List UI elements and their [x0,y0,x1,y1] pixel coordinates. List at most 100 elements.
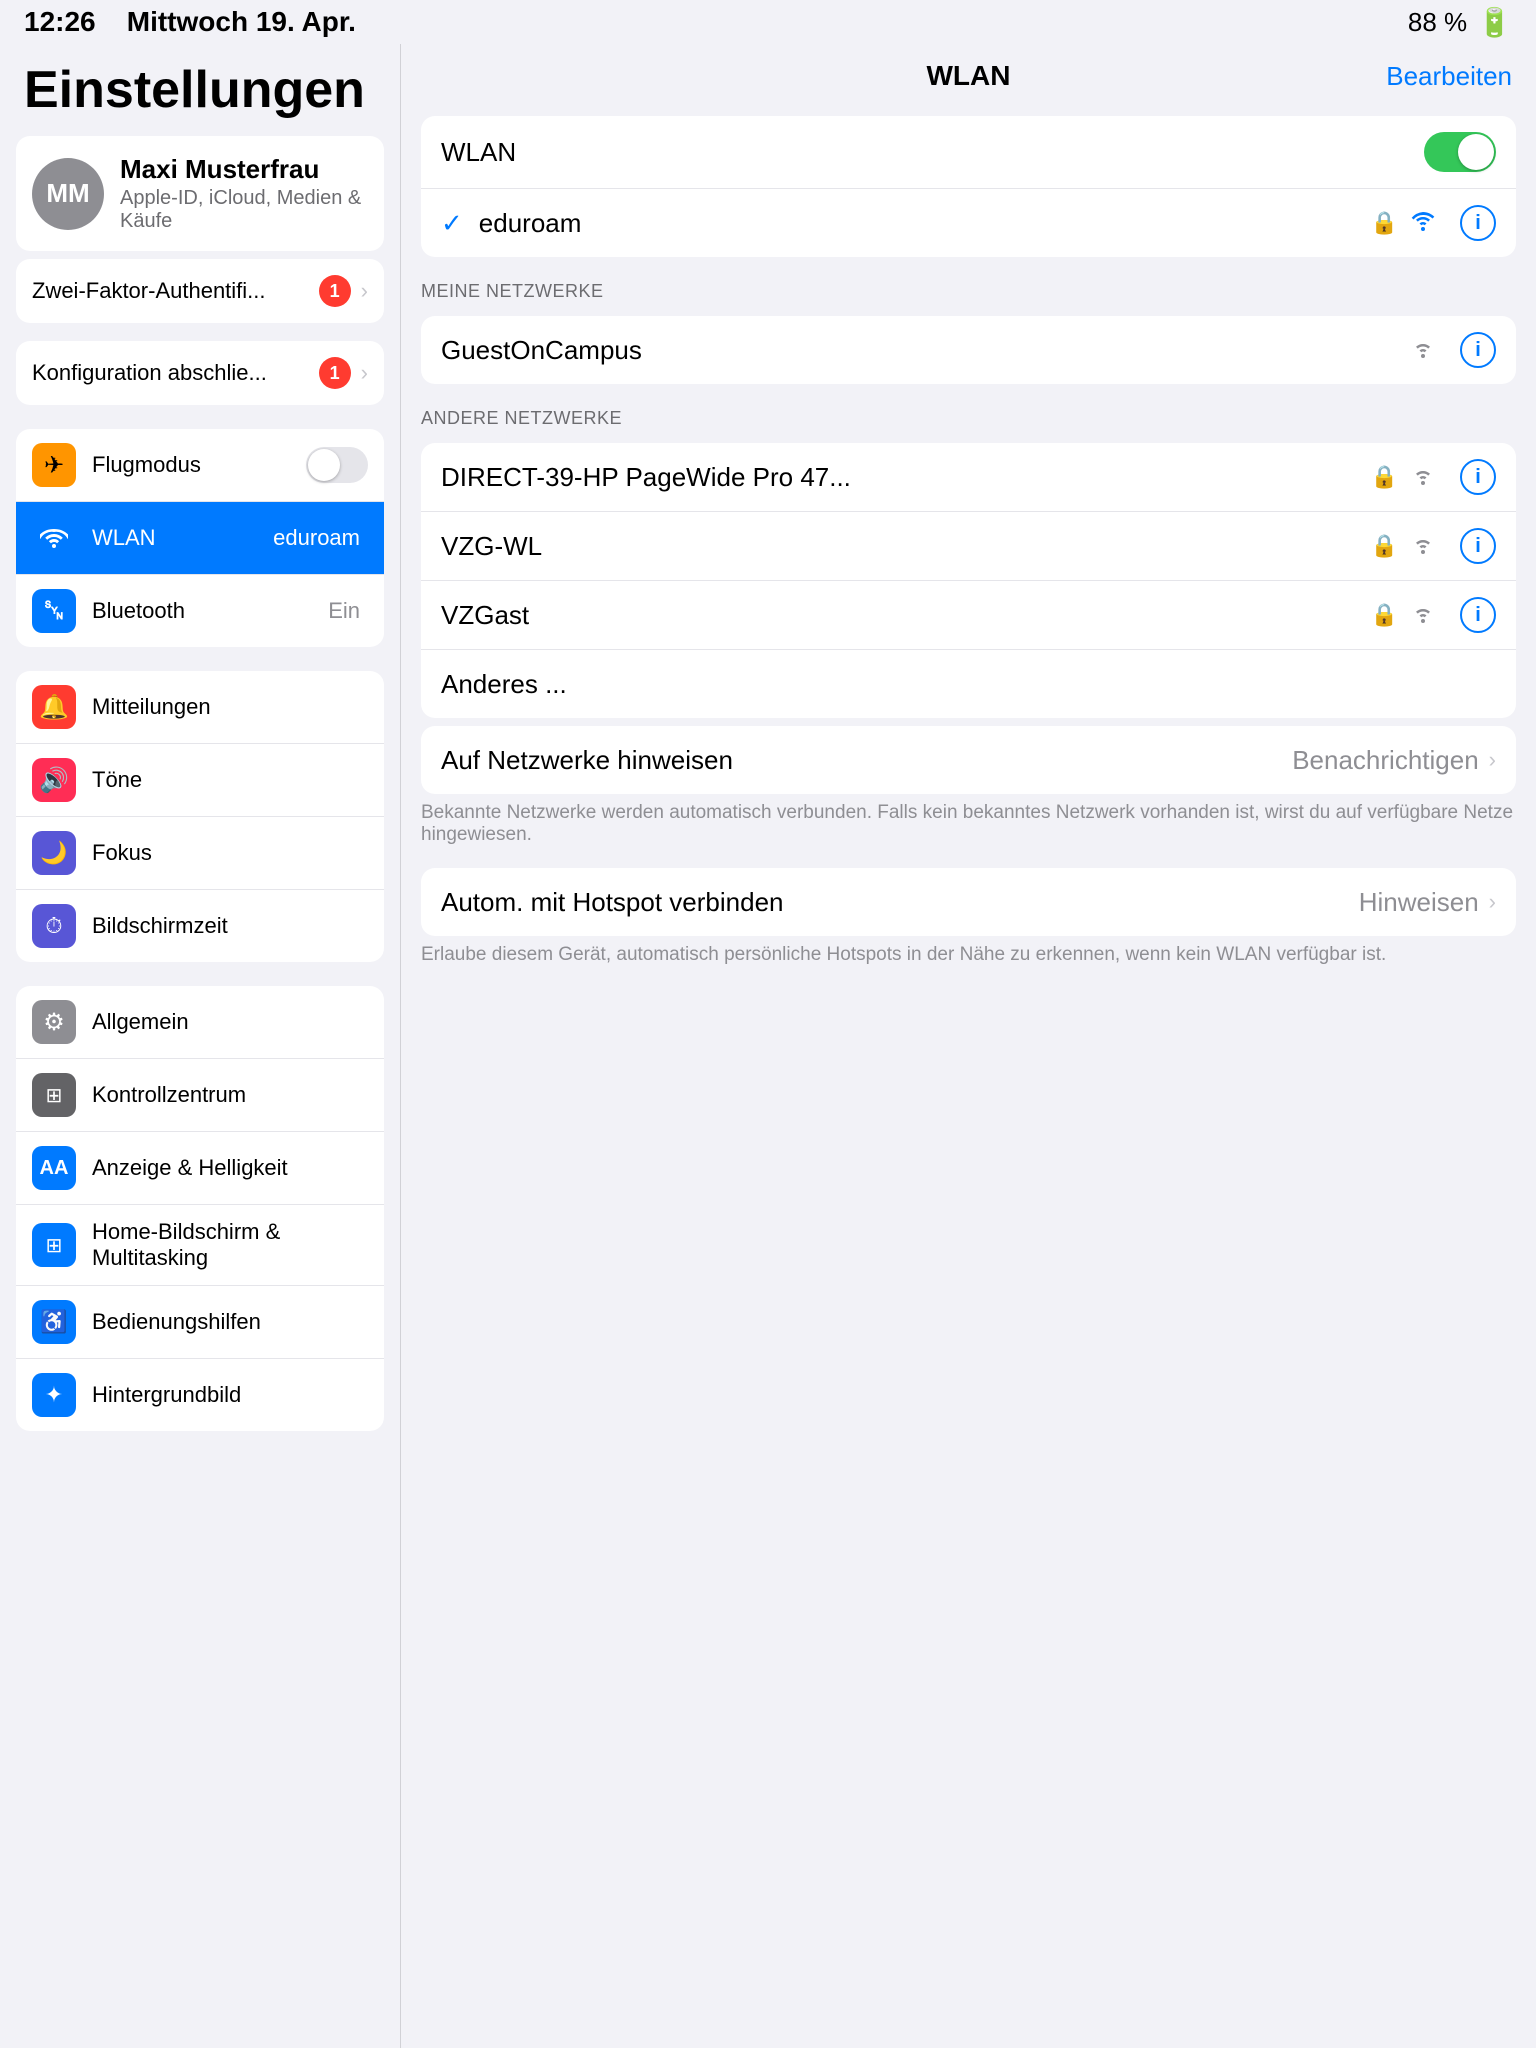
notify-section: Auf Netzwerke hinweisen Benachrichtigen … [421,726,1516,794]
my-network-row-0[interactable]: GuestOnCampus i [421,316,1516,384]
settings-group-system: ⚙ Allgemein ⊞ Kontrollzentrum AA Anzeige… [16,986,384,1431]
two-factor-badge: 1 [319,275,351,307]
chevron-right-icon: › [1489,747,1496,773]
wlan-icon [32,516,76,560]
other-network-row-2[interactable]: VZGast 🔒 i [421,581,1516,650]
wlan-main-toggle[interactable] [1424,132,1496,172]
edit-button[interactable]: Bearbeiten [1386,61,1512,92]
wifi-signal-icon [1408,531,1438,562]
two-factor-row[interactable]: Zwei-Faktor-Authentifi... 1 › [16,259,384,323]
flugmodus-toggle[interactable] [306,447,368,483]
mitteilungen-label: Mitteilungen [92,694,368,720]
hintergrundbild-label: Hintergrundbild [92,1382,368,1408]
other-network-name-0: DIRECT-39-HP PageWide Pro 47... [441,462,1371,493]
main-layout: Einstellungen MM Maxi Musterfrau Apple-I… [0,44,1536,2048]
account-inner: MM Maxi Musterfrau Apple-ID, iCloud, Med… [32,154,368,233]
other-network-row-1[interactable]: VZG-WL 🔒 i [421,512,1516,581]
wlan-label: WLAN [92,525,273,551]
allgemein-icon: ⚙ [32,1000,76,1044]
sidebar-item-toene[interactable]: 🔊 Töne [16,744,384,817]
my-network-icons-0: i [1408,332,1496,368]
chevron-right-icon: › [361,360,368,386]
two-factor-right: 1 › [319,275,368,307]
account-card[interactable]: MM Maxi Musterfrau Apple-ID, iCloud, Med… [16,136,384,251]
other-network-row-0[interactable]: DIRECT-39-HP PageWide Pro 47... 🔒 i [421,443,1516,512]
bedienungshilfen-label: Bedienungshilfen [92,1309,368,1335]
other-network-info-button-2[interactable]: i [1460,597,1496,633]
toene-label: Töne [92,767,368,793]
lock-icon: 🔒 [1371,533,1398,559]
lock-icon: 🔒 [1371,210,1398,236]
sidebar-item-kontrollzentrum[interactable]: ⊞ Kontrollzentrum [16,1059,384,1132]
sidebar-title: Einstellungen [0,44,400,136]
other-network-row-3[interactable]: Anderes ... [421,650,1516,718]
status-right: 88 % 🔋 [1408,6,1512,39]
other-networks-section: DIRECT-39-HP PageWide Pro 47... 🔒 i VZG-… [421,443,1516,718]
checkmark-icon: ✓ [441,208,463,239]
sidebar-item-flugmodus[interactable]: ✈ Flugmodus [16,429,384,502]
mitteilungen-icon: 🔔 [32,685,76,729]
panel-title: WLAN [927,60,1011,92]
connected-network-row[interactable]: ✓ eduroam 🔒 i [421,189,1516,257]
home-label: Home-Bildschirm & Multitasking [92,1219,368,1271]
bluetooth-icon: ␖ [32,589,76,633]
two-factor-label: Zwei-Faktor-Authentifi... [32,278,266,304]
bluetooth-value: Ein [328,598,360,624]
notify-description: Bekannte Netzwerke werden automatisch ve… [401,802,1536,860]
wlan-toggle-row[interactable]: WLAN [421,116,1516,189]
my-networks-header: MEINE NETZWERKE [401,265,1536,308]
config-badge: 1 [319,357,351,389]
home-icon: ⊞ [32,1223,76,1267]
sidebar-item-anzeige[interactable]: AA Anzeige & Helligkeit [16,1132,384,1205]
my-network-name-0: GuestOnCampus [441,335,1408,366]
sidebar-item-hintergrundbild[interactable]: ✦ Hintergrundbild [16,1359,384,1431]
toene-icon: 🔊 [32,758,76,802]
lock-icon: 🔒 [1371,464,1398,490]
other-network-name-2: VZGast [441,600,1371,631]
my-networks-section: GuestOnCampus i [421,316,1516,384]
wifi-signal-icon [1408,335,1438,366]
hotspot-description: Erlaube diesem Gerät, automatisch persön… [401,944,1536,980]
config-row[interactable]: Konfiguration abschlie... 1 › [16,341,384,405]
sidebar-item-home[interactable]: ⊞ Home-Bildschirm & Multitasking [16,1205,384,1286]
status-time: 12:26 [24,6,96,37]
wlan-value: eduroam [273,525,360,551]
wlan-toggle-section: WLAN ✓ eduroam 🔒 i [421,116,1516,257]
fokus-label: Fokus [92,840,368,866]
other-network-info-button-0[interactable]: i [1460,459,1496,495]
hotspot-row[interactable]: Autom. mit Hotspot verbinden Hinweisen › [421,868,1516,936]
connected-network-icons: 🔒 i [1371,205,1496,241]
anzeige-icon: AA [32,1146,76,1190]
network-info-button[interactable]: i [1460,205,1496,241]
status-time-date: 12:26 Mittwoch 19. Apr. [24,6,356,38]
my-network-info-button-0[interactable]: i [1460,332,1496,368]
bedienungshilfen-icon: ♿ [32,1300,76,1344]
toggle-knob [308,449,340,481]
sidebar-item-fokus[interactable]: 🌙 Fokus [16,817,384,890]
wlan-toggle-knob [1458,134,1494,170]
other-network-name-3: Anderes ... [441,669,1496,700]
sidebar-item-bildschirmzeit[interactable]: ⏱ Bildschirmzeit [16,890,384,962]
sidebar-item-mitteilungen[interactable]: 🔔 Mitteilungen [16,671,384,744]
hotspot-label: Autom. mit Hotspot verbinden [441,887,1359,918]
sidebar-item-bedienungshilfen[interactable]: ♿ Bedienungshilfen [16,1286,384,1359]
sidebar-item-bluetooth[interactable]: ␖ Bluetooth Ein [16,575,384,647]
notify-value: Benachrichtigen [1292,745,1478,776]
anzeige-label: Anzeige & Helligkeit [92,1155,368,1181]
other-network-name-1: VZG-WL [441,531,1371,562]
bluetooth-label: Bluetooth [92,598,328,624]
settings-group-notifications: 🔔 Mitteilungen 🔊 Töne 🌙 Fokus ⏱ Bildschi… [16,671,384,962]
other-networks-header: ANDERE NETZWERKE [401,392,1536,435]
bildschirmzeit-label: Bildschirmzeit [92,913,368,939]
chevron-right-icon: › [1489,889,1496,915]
kontrollzentrum-label: Kontrollzentrum [92,1082,368,1108]
notify-row[interactable]: Auf Netzwerke hinweisen Benachrichtigen … [421,726,1516,794]
wifi-signal-icon [1408,600,1438,631]
sidebar-item-allgemein[interactable]: ⚙ Allgemein [16,986,384,1059]
fokus-icon: 🌙 [32,831,76,875]
other-network-icons-0: 🔒 i [1371,459,1496,495]
other-network-info-button-1[interactable]: i [1460,528,1496,564]
wlan-toggle-label: WLAN [441,137,1424,168]
hotspot-value: Hinweisen [1359,887,1479,918]
sidebar-item-wlan[interactable]: WLAN eduroam [16,502,384,575]
